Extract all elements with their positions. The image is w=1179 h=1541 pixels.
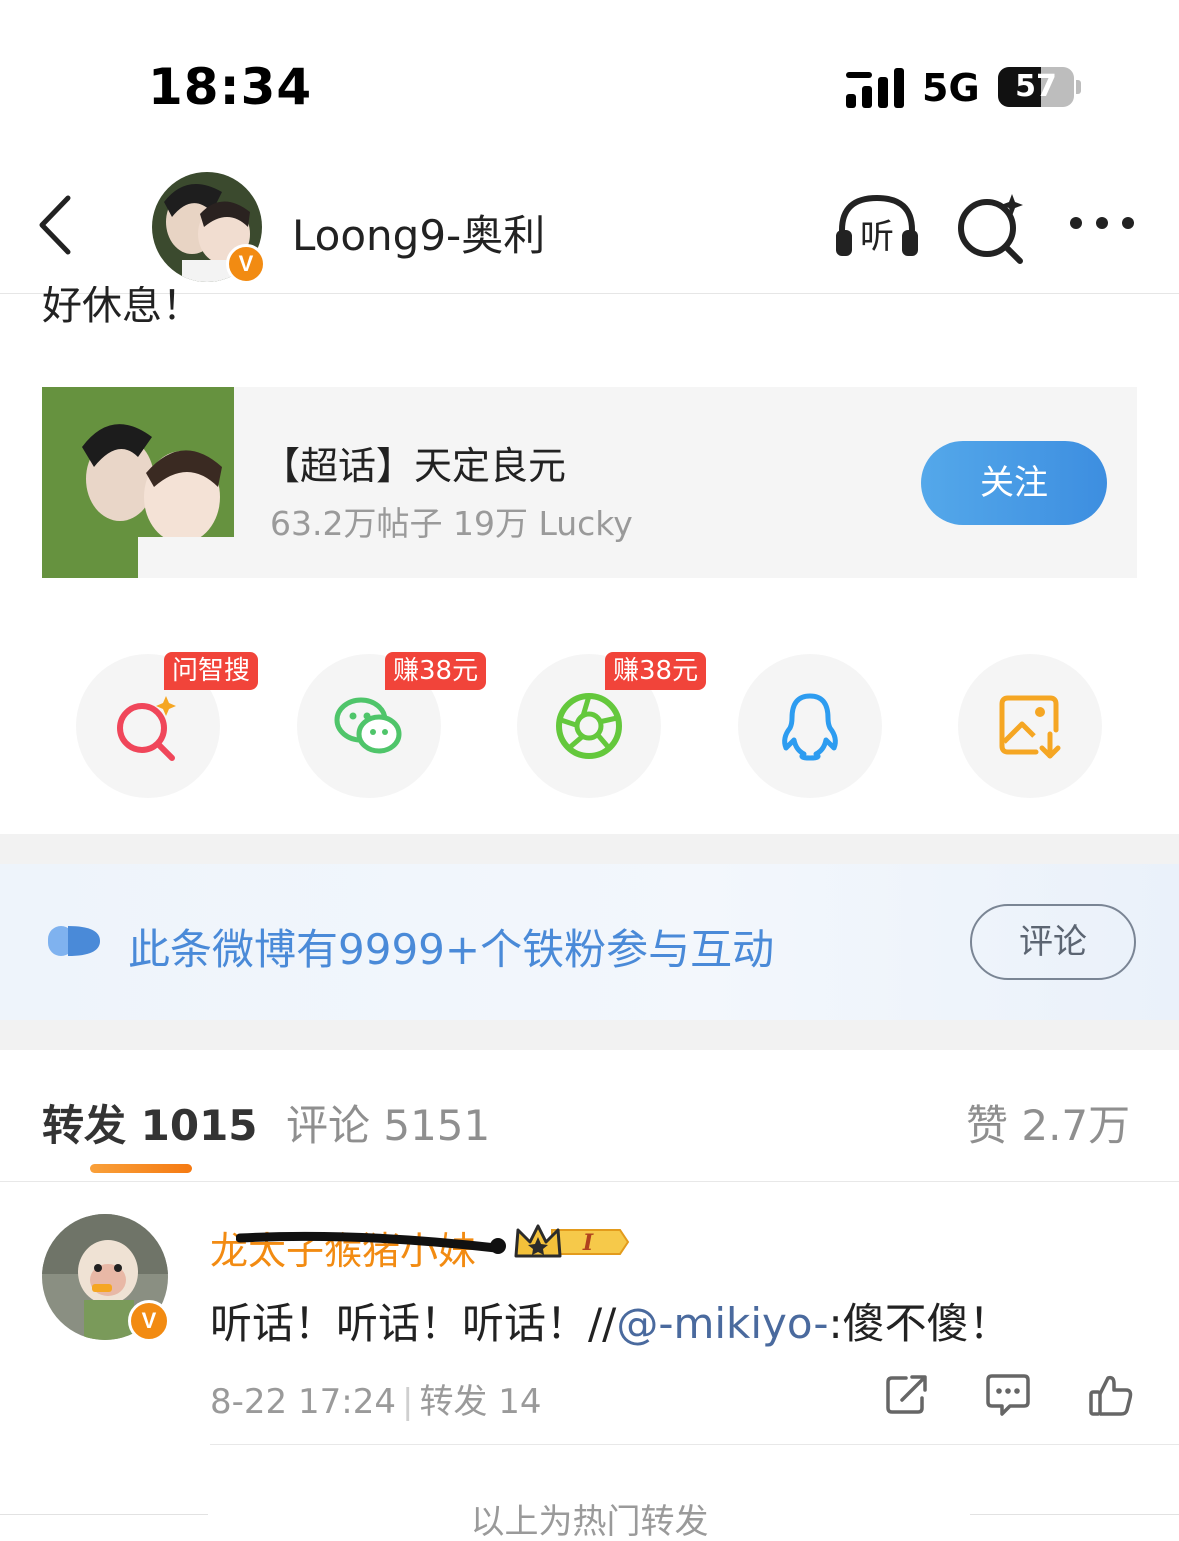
super-topic-image (42, 387, 234, 578)
author-name[interactable]: Loong9-奥利 (292, 202, 545, 263)
back-arrow-icon[interactable] (30, 190, 90, 260)
repost-meta: 8-22 17:24 | 转发 14 (210, 1374, 542, 1423)
share-qq[interactable] (738, 654, 882, 798)
share-icon[interactable] (884, 1372, 930, 1416)
super-topic-card[interactable]: 【超话】天定良元 63.2万帖子 19万 Lucky 关注 (42, 387, 1137, 578)
hot-repost-label: 以上为热门转发 (470, 1502, 709, 1541)
interaction-tabs: 转发 1015 评论 5151 赞 2.7万 (0, 1050, 1179, 1182)
repost-count: 转发 14 (419, 1382, 542, 1422)
qq-icon (782, 693, 838, 761)
share-tag-moments: 赚38元 (605, 652, 707, 690)
crown-icon: I (514, 1224, 630, 1258)
follow-button[interactable]: 关注 (921, 441, 1107, 525)
repost-item: V 龙太子猴猪小妹 I 听话！听话！听话！//@-mikiyo-:傻不傻！ 8-… (0, 1182, 1179, 1445)
repost-content: 听话！听话！听话！//@-mikiyo-:傻不傻！ (210, 1290, 1011, 1351)
repost-time: 8-22 17:24 (210, 1382, 396, 1422)
rank-level: I (582, 1230, 594, 1256)
share-tag-wechat: 赚38元 (385, 652, 487, 690)
share-tag-ai-search: 问智搜 (164, 652, 259, 690)
repost-text-main: 听话！听话！听话！// (210, 1299, 617, 1348)
battery-icon: 57 (998, 67, 1074, 107)
repost-verified-badge: V (128, 1300, 170, 1342)
fan-comment-button[interactable]: 评论 (970, 904, 1136, 980)
battery-level: 57 (1015, 69, 1057, 104)
tab-repost[interactable]: 转发 1015 (42, 1092, 258, 1153)
super-topic-title: 【超话】天定良元 (262, 444, 567, 488)
super-topic-stats: 63.2万帖子 19万 Lucky (270, 504, 633, 543)
network-type: 5G (922, 66, 980, 110)
section-divider (0, 834, 1179, 864)
iron-fan-banner: 此条微博有9999+个铁粉参与互动 评论 (0, 864, 1179, 1020)
fan-rank-badge: I (512, 1220, 632, 1264)
repost-text-end: :傻不傻！ (828, 1299, 1011, 1348)
active-tab-indicator (90, 1164, 192, 1173)
tab-comment[interactable]: 评论 5151 (286, 1092, 490, 1153)
ai-search-icon (117, 696, 176, 761)
comment-icon[interactable] (984, 1372, 1032, 1416)
listen-label: 听 (860, 217, 894, 257)
save-image-icon (999, 695, 1061, 759)
meta-separator: | (401, 1382, 414, 1422)
headphone-icon: 听 (836, 194, 918, 257)
moments-icon (556, 693, 622, 759)
share-save-image[interactable] (958, 654, 1102, 798)
listen-button[interactable]: 听 (832, 190, 922, 264)
ai-search-icon[interactable] (954, 188, 1028, 264)
like-icon[interactable] (1088, 1372, 1134, 1418)
status-bar: 18:34 5G 57 (0, 0, 1179, 150)
signal-icon (846, 68, 904, 108)
more-icon[interactable] (1064, 208, 1140, 238)
redaction-mark (236, 1231, 506, 1254)
verified-badge: V (226, 244, 266, 284)
wechat-icon (334, 697, 402, 754)
post-text: 好休息！ (42, 286, 202, 329)
author-avatar[interactable]: V (152, 172, 266, 284)
item-divider (210, 1444, 1179, 1445)
mention-link[interactable]: @-mikiyo- (616, 1299, 828, 1348)
nav-header: V Loong9-奥利 听 (0, 150, 1179, 294)
hot-repost-footer: 以上为热门转发 (0, 1494, 1179, 1541)
fan-banner-text: 此条微博有9999+个铁粉参与互动 (128, 925, 775, 974)
share-row: 问智搜 赚38元 赚38元 (0, 640, 1179, 820)
battery-tip (1076, 80, 1081, 94)
status-time: 18:34 (148, 58, 313, 116)
section-divider (0, 1020, 1179, 1050)
fan-badge-icon (48, 926, 100, 956)
tab-like[interactable]: 赞 2.7万 (966, 1092, 1130, 1153)
